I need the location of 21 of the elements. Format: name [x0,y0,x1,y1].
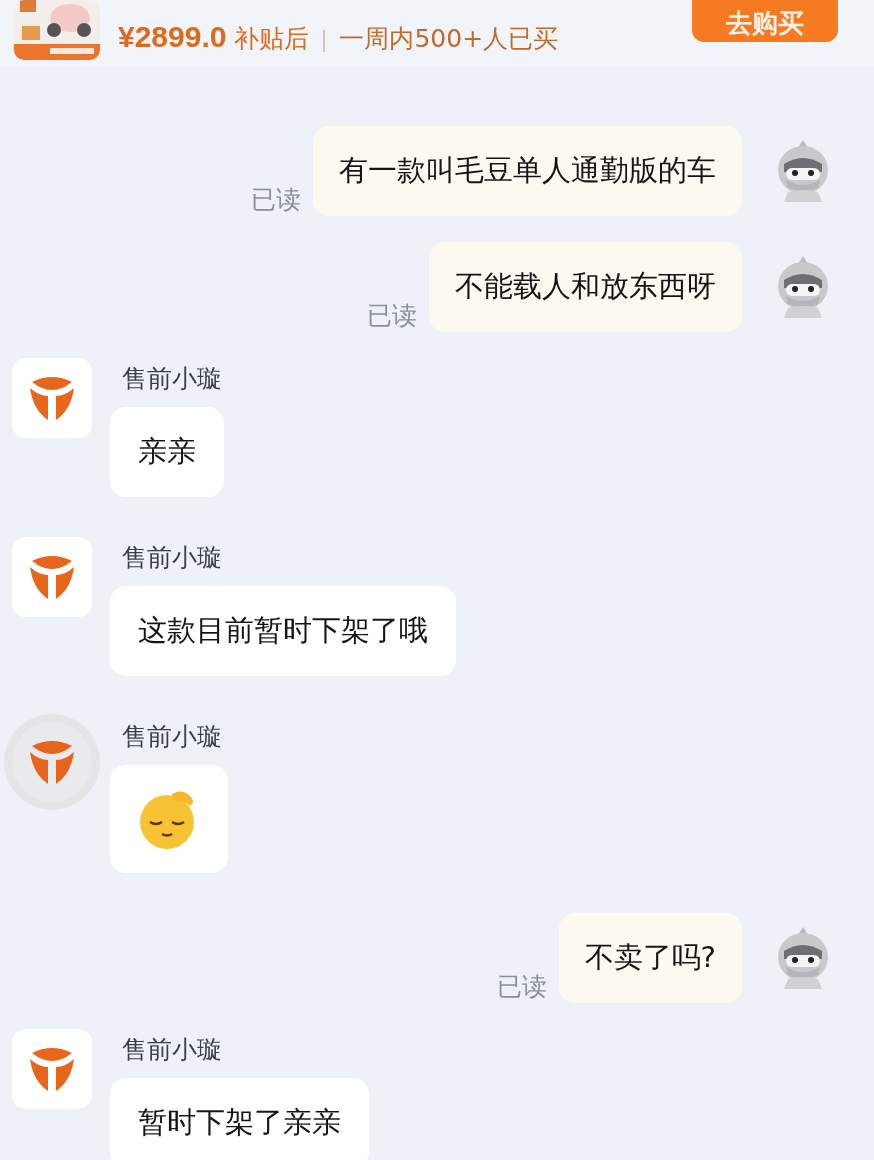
sent-message: 不能载人和放东西呀 [429,242,742,332]
logo-icon [27,1045,77,1093]
sales-count: 一周内500+人已买 [339,23,559,55]
buy-button[interactable]: 去购买 [692,0,838,42]
price-note: 补贴后 [234,23,310,55]
received-message: 这款目前暂时下架了哦 [110,586,456,676]
logo-icon [27,553,77,601]
read-status: 已读 [496,971,547,1003]
logo-icon [27,374,77,422]
received-message: 亲亲 [110,407,224,497]
price: ¥2899.0 [118,20,227,54]
sender-name: 售前小璇 [122,1034,222,1066]
sent-message: 不卖了吗? [558,913,742,1003]
logo-icon [27,738,77,786]
received-message: 暂时下架了亲亲 [110,1078,369,1160]
sent-message: 有一款叫毛豆单人通勤版的车 [313,126,742,216]
sender-name: 售前小璇 [122,542,222,574]
read-status: 已读 [367,300,417,332]
sender-name: 售前小璇 [122,721,222,753]
sender-name: 售前小璇 [122,363,222,395]
read-status: 已读 [251,184,301,216]
